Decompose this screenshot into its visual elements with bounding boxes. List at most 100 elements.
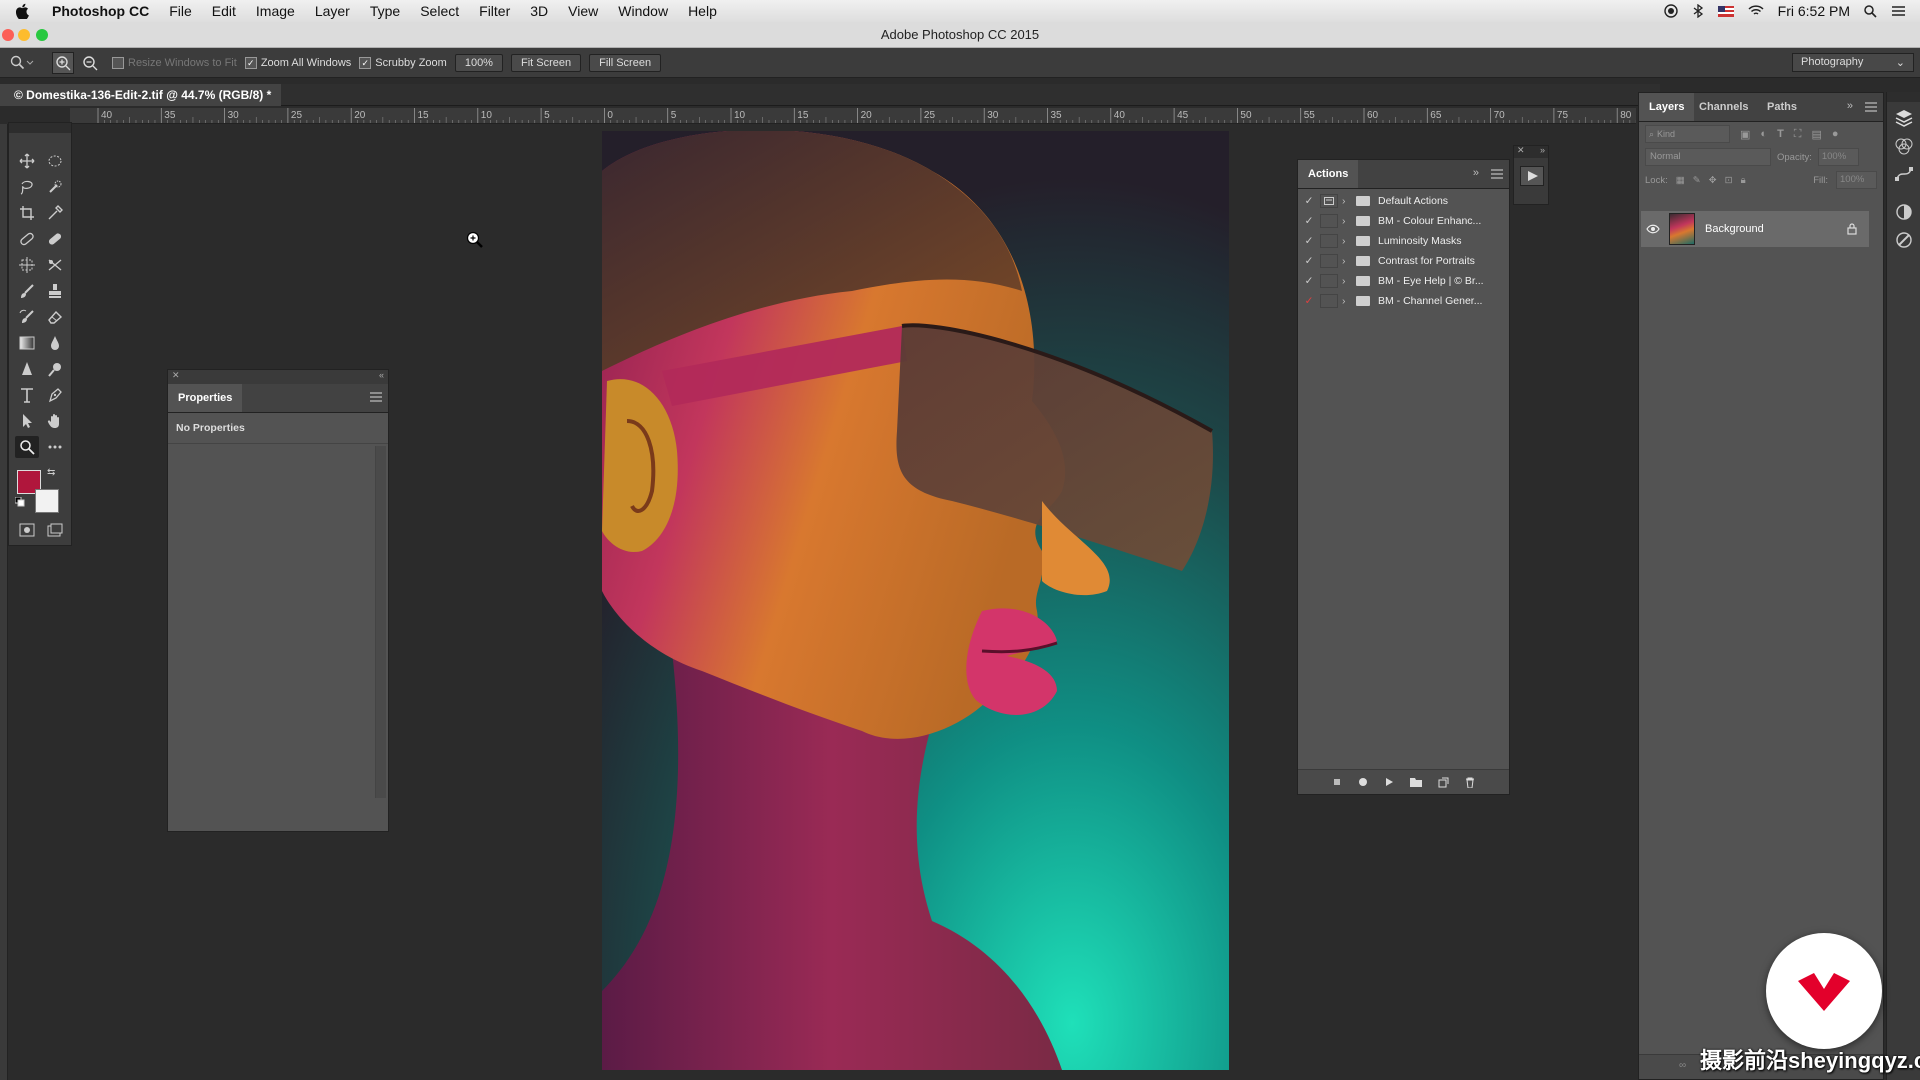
check-red-icon[interactable]: ✓: [1298, 295, 1320, 307]
close-window-button[interactable]: [2, 29, 14, 41]
filter-shape-icon[interactable]: ⛶: [1794, 128, 1802, 141]
fill-screen-button[interactable]: Fill Screen: [589, 53, 662, 72]
lock-pixels-icon[interactable]: ✎: [1693, 175, 1701, 186]
zoom-window-button[interactable]: [36, 29, 48, 41]
more-tools-icon[interactable]: [43, 436, 67, 458]
flag-icon[interactable]: [1717, 5, 1734, 17]
zoom-100-button[interactable]: 100%: [454, 53, 503, 72]
notification-center-icon[interactable]: [1891, 5, 1906, 17]
action-set-row[interactable]: ✓ › Contrast for Portraits: [1298, 251, 1510, 271]
chevron-right-icon[interactable]: ›: [1342, 215, 1356, 227]
horizontal-ruler[interactable]: 40 35 30 25 20 15 10 5 0 5 10 15 20 25 30 35 40 45 50 55 60 6…: [70, 108, 1636, 124]
tab-layers[interactable]: Layers: [1639, 93, 1695, 121]
dialog-toggle-icon[interactable]: [1320, 294, 1338, 308]
menu-filter[interactable]: Filter: [469, 0, 520, 22]
blend-mode-select[interactable]: Normal: [1645, 148, 1771, 166]
properties-panel-grip[interactable]: ✕ «: [168, 370, 388, 384]
new-action-icon[interactable]: [1438, 777, 1449, 788]
check-icon[interactable]: ✓: [1298, 275, 1320, 287]
tab-paths[interactable]: Paths: [1757, 93, 1807, 121]
collapse-panel-icon[interactable]: «: [379, 370, 384, 380]
menu-window[interactable]: Window: [608, 0, 678, 22]
filter-smartobject-icon[interactable]: ▤: [1812, 128, 1822, 141]
eraser-tool-icon[interactable]: [43, 306, 67, 328]
menu-file[interactable]: File: [159, 0, 202, 22]
opacity-input[interactable]: 100%: [1817, 148, 1859, 166]
blur-tool-icon[interactable]: [43, 332, 67, 354]
record-icon[interactable]: [1663, 4, 1678, 18]
dialog-toggle-icon[interactable]: [1320, 234, 1338, 248]
filter-type-icon[interactable]: T: [1777, 128, 1784, 140]
scrubby-zoom-checkbox[interactable]: ✓ Scrubby Zoom: [359, 56, 447, 69]
move-tool-icon[interactable]: [15, 150, 39, 172]
layer-kind-filter[interactable]: ⌕ Kind: [1645, 125, 1730, 143]
menu-app-name[interactable]: Photoshop CC: [40, 0, 159, 22]
chevron-right-icon[interactable]: ›: [1342, 235, 1356, 247]
filter-pixel-icon[interactable]: ▣: [1740, 128, 1750, 141]
filter-adjustment-icon[interactable]: ◐: [1760, 128, 1767, 140]
fill-input[interactable]: 100%: [1836, 171, 1877, 189]
workspace-switcher[interactable]: Photography ⌄: [1792, 53, 1914, 72]
background-color-swatch[interactable]: [35, 489, 59, 513]
chevron-right-icon[interactable]: ›: [1342, 255, 1356, 267]
styles-panel-icon[interactable]: [1894, 230, 1914, 250]
menu-3d[interactable]: 3D: [520, 0, 558, 22]
menu-image[interactable]: Image: [246, 0, 305, 22]
play-action-icon[interactable]: [1384, 777, 1394, 787]
resize-windows-checkbox[interactable]: Resize Windows to Fit: [112, 56, 237, 69]
apple-icon[interactable]: [0, 3, 40, 19]
chevron-right-icon[interactable]: ›: [1342, 275, 1356, 287]
chevron-right-icon[interactable]: ›: [1342, 195, 1356, 207]
eyedropper-tool-icon[interactable]: [43, 202, 67, 224]
trash-icon[interactable]: [1465, 777, 1475, 788]
menu-view[interactable]: View: [558, 0, 608, 22]
vertical-ruler[interactable]: [0, 124, 8, 1080]
tab-channels[interactable]: Channels: [1689, 93, 1759, 121]
lock-position-icon[interactable]: ✥: [1709, 175, 1717, 186]
actions-panel-icon[interactable]: [1520, 166, 1544, 186]
lock-transparency-icon[interactable]: ▦: [1676, 175, 1685, 186]
record-action-icon[interactable]: [1358, 777, 1368, 787]
paths-panel-icon[interactable]: [1894, 164, 1914, 184]
check-icon[interactable]: ✓: [1298, 215, 1320, 227]
menu-help[interactable]: Help: [678, 0, 727, 22]
zoom-out-icon[interactable]: [82, 55, 98, 71]
check-icon[interactable]: ✓: [1298, 235, 1320, 247]
pen-tool-icon[interactable]: [43, 384, 67, 406]
clone-stamp-tool-icon[interactable]: [43, 280, 67, 302]
link-layers-icon[interactable]: ∞: [1679, 1060, 1686, 1071]
zoom-in-icon[interactable]: [52, 51, 74, 74]
layer-row-background[interactable]: Background: [1641, 211, 1869, 247]
type-tool-icon[interactable]: [15, 384, 39, 406]
bluetooth-icon[interactable]: [1692, 4, 1704, 18]
menubar-clock[interactable]: Fri 6:52 PM: [1778, 3, 1850, 19]
document-tab[interactable]: © Domestika-136-Edit-2.tif @ 44.7% (RGB/…: [0, 84, 282, 106]
healing-brush-tool-icon[interactable]: [43, 228, 67, 250]
screen-mode-icon[interactable]: [43, 519, 67, 541]
expand-panel-icon[interactable]: »: [1847, 100, 1853, 112]
tab-actions[interactable]: Actions: [1298, 160, 1359, 188]
quick-mask-icon[interactable]: [15, 519, 39, 541]
menu-layer[interactable]: Layer: [305, 0, 360, 22]
history-brush-tool-icon[interactable]: [15, 306, 39, 328]
tab-properties[interactable]: Properties: [168, 384, 243, 412]
adjustments-panel-icon[interactable]: [1894, 202, 1914, 222]
wifi-icon[interactable]: [1748, 5, 1764, 17]
properties-scrollbar[interactable]: [375, 446, 386, 798]
spotlight-search-icon[interactable]: [1864, 4, 1877, 18]
zoom-tool-icon[interactable]: [15, 436, 39, 458]
menu-select[interactable]: Select: [410, 0, 469, 22]
close-panel-icon[interactable]: ✕: [1517, 145, 1525, 156]
dialog-toggle-icon[interactable]: [1320, 254, 1338, 268]
lock-all-icon[interactable]: 🔒︎: [1741, 175, 1746, 186]
swap-colors-icon[interactable]: ⇆: [47, 467, 55, 478]
new-set-folder-icon[interactable]: [1410, 777, 1422, 787]
action-set-row[interactable]: ✓ › BM - Channel Gener...: [1298, 291, 1510, 311]
fit-screen-button[interactable]: Fit Screen: [510, 53, 582, 72]
spot-healing-brush-tool-icon[interactable]: [15, 228, 39, 250]
toolbox-grip[interactable]: [9, 123, 71, 133]
hand-tool-icon[interactable]: [43, 410, 67, 432]
panel-menu-icon[interactable]: [370, 392, 382, 402]
dialog-toggle-icon[interactable]: [1320, 274, 1338, 288]
filter-toggle-icon[interactable]: ●: [1832, 128, 1839, 140]
